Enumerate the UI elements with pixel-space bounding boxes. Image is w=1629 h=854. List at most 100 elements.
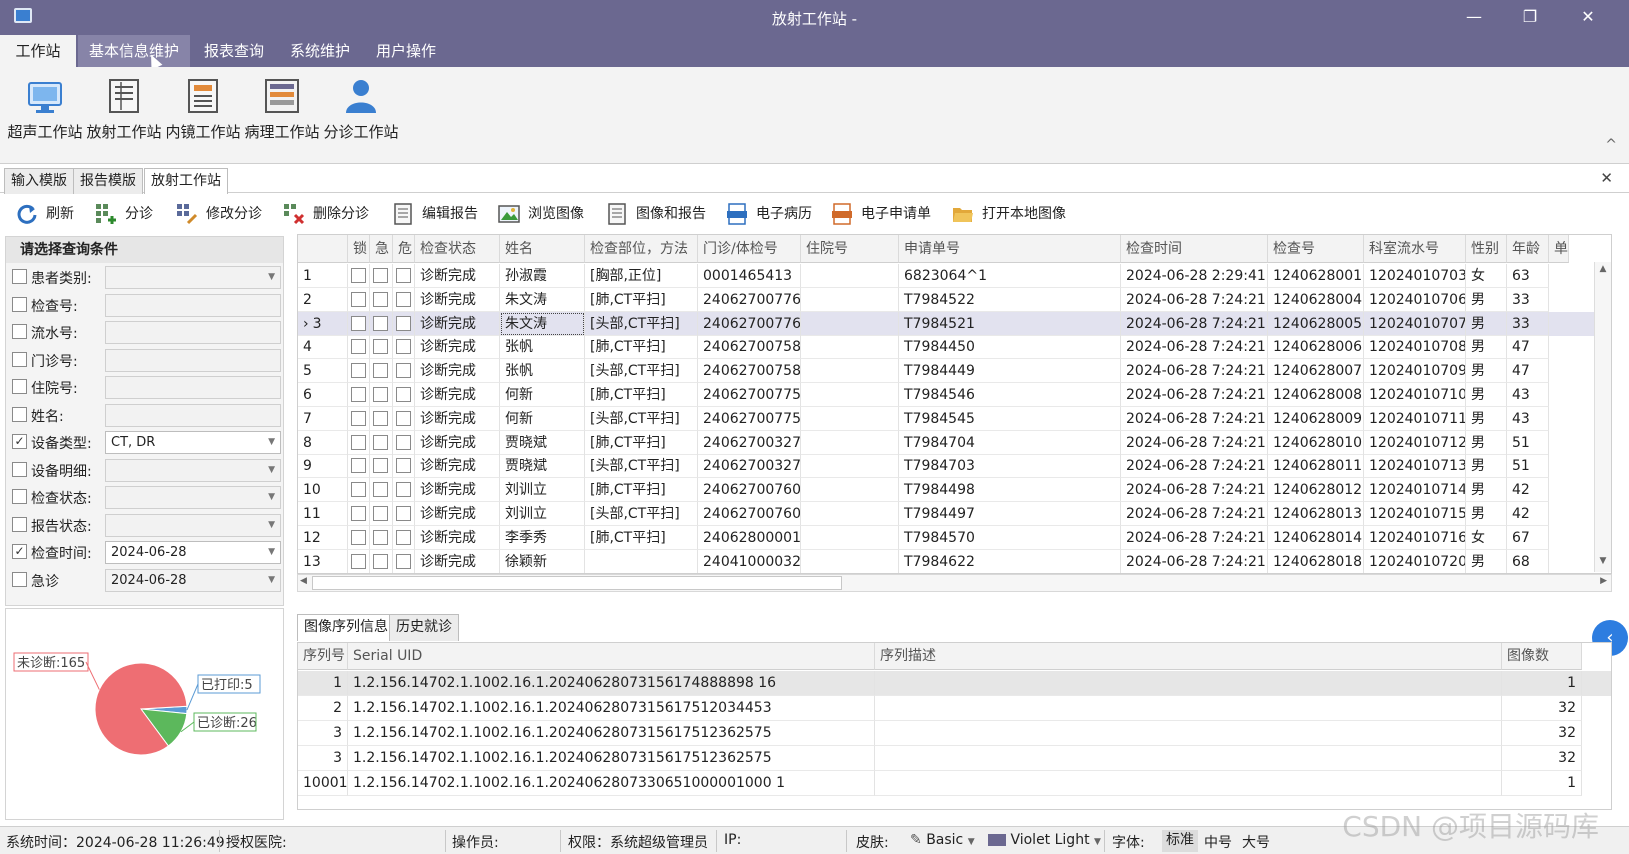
- grid-header-cell[interactable]: 危: [393, 235, 415, 263]
- lock-checkbox[interactable]: [351, 529, 366, 545]
- table-row[interactable]: 6 诊断完成 何新 [肺,CT平扫] 24062700775 T7984546 2024-0…: [298, 383, 1611, 407]
- filter-checkbox-outpatient-no[interactable]: [12, 351, 27, 367]
- ribbon-triage-button[interactable]: 分诊工作站: [321, 77, 401, 157]
- grid-header-cell[interactable]: 门诊/体检号: [698, 235, 801, 263]
- filter-input-exam-status[interactable]: ▼: [105, 486, 281, 509]
- grid-header-cell[interactable]: 性别: [1466, 235, 1507, 263]
- edit-triage-button[interactable]: 修改分诊: [176, 202, 262, 226]
- critical-checkbox[interactable]: [396, 506, 411, 521]
- grid-header-cell[interactable]: 检查状态: [415, 235, 500, 263]
- grid-header-cell[interactable]: 锁: [348, 235, 370, 263]
- series-row[interactable]: 10001 1.2.156.14702.1.1002.16.1.202406280…: [298, 771, 1611, 796]
- filter-input-inpatient-no[interactable]: [105, 376, 281, 399]
- critical-checkbox[interactable]: [396, 410, 411, 426]
- critical-checkbox[interactable]: [396, 291, 411, 307]
- critical-checkbox[interactable]: [396, 387, 411, 402]
- filter-input-device-type[interactable]: CT, DR ▼: [105, 431, 281, 454]
- grid-header-cell[interactable]: 科室流水号: [1364, 235, 1466, 263]
- urgent-checkbox[interactable]: [373, 482, 388, 498]
- close-button[interactable]: ✕: [1566, 2, 1610, 32]
- table-row[interactable]: 8 诊断完成 贾晓斌 [肺,CT平扫] 24062700327 T7984704 2024-…: [298, 430, 1611, 455]
- urgent-checkbox[interactable]: [373, 529, 388, 545]
- tab-input-template[interactable]: 输入模版: [4, 168, 74, 194]
- urgent-checkbox[interactable]: [373, 434, 388, 450]
- table-row[interactable]: 10 诊断完成 刘训立 [肺,CT平扫] 24062700760 T7984498 2024…: [298, 478, 1611, 503]
- filter-checkbox-exam-no[interactable]: [12, 296, 27, 312]
- lock-checkbox[interactable]: [351, 410, 366, 426]
- ribbon-pathology-button[interactable]: 病理工作站: [242, 77, 322, 157]
- minimize-button[interactable]: —: [1452, 2, 1496, 32]
- filter-input-device-detail[interactable]: ▼: [105, 458, 281, 482]
- filter-checkbox-device-type[interactable]: ✓: [12, 434, 27, 449]
- grid-header-cell[interactable]: 检查号: [1268, 235, 1364, 263]
- critical-checkbox[interactable]: [396, 434, 411, 450]
- grid-header-cell[interactable]: 急: [370, 235, 393, 263]
- triage-button[interactable]: 分诊: [95, 202, 153, 226]
- font-medium-button[interactable]: 中号: [1204, 832, 1232, 852]
- scroll-thumb[interactable]: [312, 576, 842, 590]
- urgent-checkbox[interactable]: [373, 363, 388, 379]
- critical-checkbox[interactable]: [396, 339, 411, 355]
- menu-system[interactable]: 系统维护: [284, 35, 356, 67]
- critical-checkbox[interactable]: [396, 268, 411, 283]
- lock-checkbox[interactable]: [351, 291, 366, 307]
- font-large-button[interactable]: 大号: [1242, 832, 1270, 852]
- table-row[interactable]: 12 诊断完成 李季秀 [肺,CT平扫] 24062800001 T7984570 2024…: [298, 525, 1611, 550]
- series-row[interactable]: 3 1.2.156.14702.1.1002.16.1.2024062807315…: [298, 721, 1611, 746]
- series-row[interactable]: 2 1.2.156.14702.1.1002.16.1.2024062807315…: [298, 696, 1611, 721]
- filter-input-exam-time[interactable]: 2024-06-28 ▼: [105, 541, 281, 564]
- grid-header-cell[interactable]: 检查时间: [1121, 235, 1268, 263]
- lock-checkbox[interactable]: [351, 482, 366, 498]
- urgent-checkbox[interactable]: [373, 410, 388, 426]
- menu-user[interactable]: 用户操作: [370, 35, 442, 67]
- grid-vertical-scrollbar[interactable]: ▲ ▼: [1594, 262, 1611, 572]
- grid-horizontal-scrollbar[interactable]: ◀ ▶: [297, 574, 1612, 592]
- table-row[interactable]: 9 诊断完成 贾晓斌 [头部,CT平扫] 24062700327 T7984703 2024…: [298, 454, 1611, 479]
- e-request-button[interactable]: 电子申请单: [831, 202, 931, 226]
- series-header-cell[interactable]: 序列描述: [875, 643, 1502, 670]
- tab-report-template[interactable]: 报告模版: [73, 168, 143, 194]
- urgent-checkbox[interactable]: [373, 506, 388, 521]
- lock-checkbox[interactable]: [351, 387, 366, 402]
- series-row[interactable]: 3 1.2.156.14702.1.1002.16.1.2024062807315…: [298, 746, 1611, 771]
- lock-checkbox[interactable]: [351, 434, 366, 450]
- font-standard-button[interactable]: 标准: [1162, 830, 1198, 852]
- urgent-checkbox[interactable]: [373, 458, 388, 474]
- critical-checkbox[interactable]: [396, 529, 411, 545]
- ribbon-ultrasound-button[interactable]: 超声工作站: [5, 77, 85, 157]
- table-row[interactable]: › 3 诊断完成 朱文涛 [头部,CT平扫] 24062700776 T7984521 202…: [298, 311, 1611, 336]
- filter-input-name[interactable]: [105, 403, 281, 427]
- edit-report-button[interactable]: 编辑报告: [392, 202, 478, 226]
- critical-checkbox[interactable]: [396, 458, 411, 474]
- close-tab-icon[interactable]: ✕: [1600, 169, 1613, 187]
- filter-input-emergency[interactable]: 2024-06-28 ▼: [105, 568, 281, 592]
- lock-checkbox[interactable]: [351, 553, 366, 569]
- filter-checkbox-inpatient-no[interactable]: [12, 379, 27, 394]
- lock-checkbox[interactable]: [351, 268, 366, 283]
- urgent-checkbox[interactable]: [373, 553, 388, 569]
- filter-checkbox-exam-status[interactable]: [12, 489, 27, 504]
- table-row[interactable]: 7 诊断完成 何新 [头部,CT平扫] 24062700775 T7984545 2024-…: [298, 406, 1611, 431]
- filter-checkbox-report-status[interactable]: [12, 516, 27, 532]
- urgent-checkbox[interactable]: [373, 339, 388, 355]
- lock-checkbox[interactable]: [351, 315, 366, 331]
- table-row[interactable]: 4 诊断完成 张帆 [肺,CT平扫] 24062700758 T7984450 2024-0…: [298, 335, 1611, 360]
- menu-basic-info[interactable]: 基本信息维护: [78, 35, 190, 67]
- series-row[interactable]: 1 1.2.156.14702.1.1002.16.1.2024062807315…: [298, 671, 1611, 696]
- open-local-image-button[interactable]: 打开本地图像: [952, 202, 1066, 226]
- grid-header-cell[interactable]: 姓名: [500, 235, 585, 263]
- grid-header-cell[interactable]: 年龄: [1507, 235, 1549, 263]
- grid-header-cell[interactable]: 申请单号: [899, 235, 1121, 263]
- filter-input-serial-no[interactable]: [105, 321, 281, 344]
- series-header-cell[interactable]: 图像数: [1502, 643, 1582, 670]
- lock-checkbox[interactable]: [351, 458, 366, 474]
- browse-images-button[interactable]: 浏览图像: [498, 202, 584, 226]
- maximize-button[interactable]: ❐: [1508, 2, 1552, 32]
- urgent-checkbox[interactable]: [373, 315, 388, 331]
- skin-basic-dropdown[interactable]: ✎ Basic ▼: [910, 832, 975, 848]
- ribbon-radiology-button[interactable]: 放射工作站: [84, 77, 164, 157]
- refresh-button[interactable]: 刷新: [16, 202, 74, 226]
- lock-checkbox[interactable]: [351, 339, 366, 355]
- grid-header-cell[interactable]: 住院号: [801, 235, 899, 263]
- filter-input-outpatient-no[interactable]: [105, 348, 281, 372]
